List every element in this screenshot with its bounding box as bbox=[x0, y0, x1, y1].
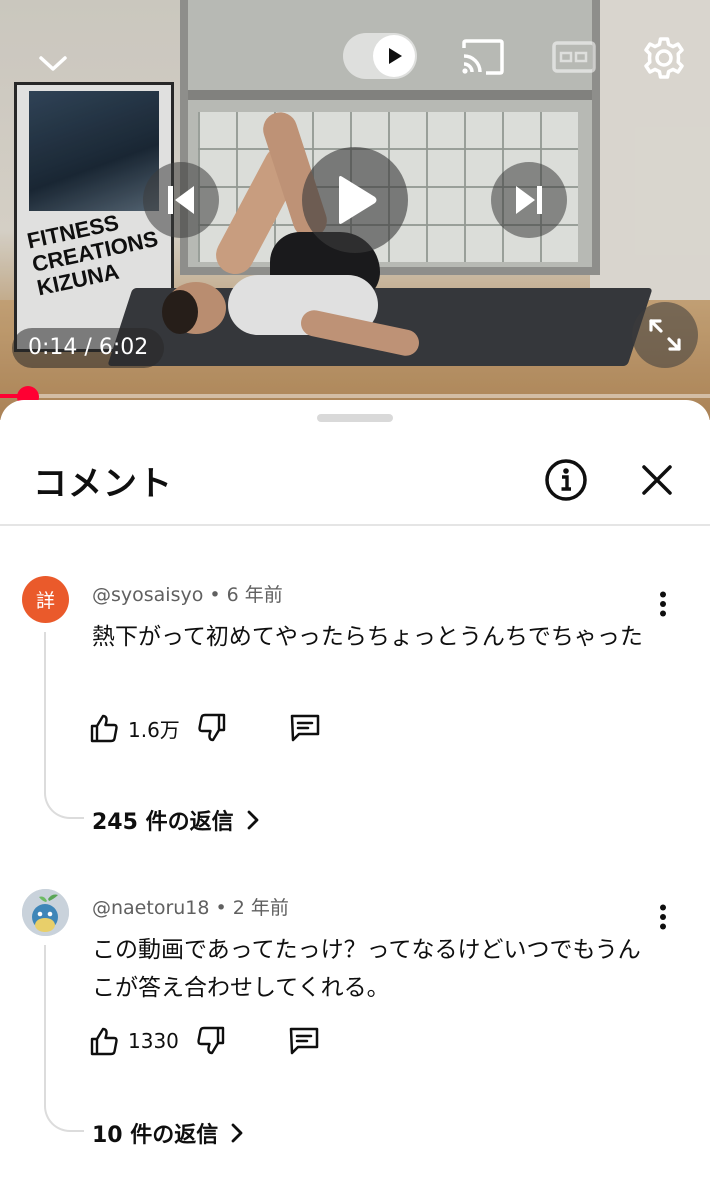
video-player[interactable]: FITNESS CREATIONS KIZUNA 0:14 / 6:02 bbox=[0, 0, 710, 420]
time-separator: / bbox=[84, 335, 92, 360]
sheet-divider bbox=[0, 524, 710, 526]
dislike-button[interactable] bbox=[195, 1025, 227, 1057]
thread-connector bbox=[44, 945, 84, 1132]
autoplay-toggle-icon bbox=[373, 35, 415, 77]
comment-menu-button[interactable] bbox=[648, 584, 678, 624]
thumbs-up-icon bbox=[90, 1027, 118, 1056]
skip-previous-icon bbox=[168, 186, 194, 214]
comment-thread: 詳 @syosaisyo • 6 年前 熱下がって初めてやったらちょっとうんちで… bbox=[0, 576, 710, 846]
thumbs-down-icon bbox=[198, 713, 226, 742]
close-icon bbox=[642, 465, 672, 495]
sheet-drag-handle[interactable] bbox=[317, 414, 393, 422]
cast-icon bbox=[462, 39, 504, 75]
comment-age: 2 年前 bbox=[232, 897, 289, 919]
comment-actions: 1.6万 bbox=[88, 708, 322, 748]
sheet-title: コメント bbox=[33, 464, 173, 504]
avatar-sprout-character-icon bbox=[22, 889, 69, 936]
total-duration: 6:02 bbox=[98, 335, 149, 360]
next-video-button[interactable] bbox=[491, 162, 567, 238]
view-replies-link[interactable]: 10 件の返信 bbox=[92, 1117, 244, 1149]
view-replies-link[interactable]: 245 件の返信 bbox=[92, 804, 260, 836]
like-button[interactable]: 1330 bbox=[88, 1025, 179, 1057]
previous-video-button[interactable] bbox=[143, 162, 219, 238]
comment-author[interactable]: @syosaisyo bbox=[92, 584, 203, 606]
reply-button[interactable] bbox=[287, 1025, 321, 1057]
settings-button[interactable] bbox=[636, 30, 692, 86]
chevron-right-icon bbox=[247, 810, 258, 830]
captions-icon bbox=[552, 41, 596, 73]
thread-connector bbox=[44, 632, 84, 819]
reply-icon bbox=[289, 1027, 319, 1055]
comment-text: 熱下がって初めてやったらちょっとうんちでちゃった bbox=[92, 624, 643, 650]
play-button[interactable] bbox=[302, 147, 408, 253]
more-vertical-icon bbox=[660, 904, 666, 930]
dislike-button[interactable] bbox=[196, 712, 228, 744]
time-display: 0:14 / 6:02 bbox=[12, 328, 165, 368]
reply-button[interactable] bbox=[288, 712, 322, 744]
like-count: 1.6万 bbox=[128, 717, 180, 742]
thumbs-down-icon bbox=[197, 1026, 225, 1055]
fullscreen-icon bbox=[649, 319, 681, 351]
current-time: 0:14 bbox=[28, 335, 78, 360]
thumbs-up-icon bbox=[90, 714, 118, 743]
comment-text: この動画であってたっけ？ってなるけどいつでもうんこが答え合わせしてくれる。 bbox=[92, 937, 641, 1001]
gear-icon bbox=[644, 37, 684, 79]
fullscreen-button[interactable] bbox=[632, 302, 698, 368]
comment-menu-button[interactable] bbox=[648, 897, 678, 937]
comment-author[interactable]: @naetoru18 bbox=[92, 897, 209, 919]
more-vertical-icon bbox=[660, 591, 666, 617]
chevron-right-icon bbox=[231, 1123, 243, 1143]
replies-count: 10 件の返信 bbox=[92, 1123, 219, 1148]
autoplay-toggle[interactable] bbox=[343, 33, 417, 79]
comment-age: 6 年前 bbox=[226, 584, 283, 606]
comment-thread: @naetoru18 • 2 年前 この動画であってたっけ？ってなるけどいつでも… bbox=[0, 889, 710, 1159]
replies-count: 245 件の返信 bbox=[92, 810, 234, 835]
skip-next-icon bbox=[516, 186, 542, 214]
comment-actions: 1330 bbox=[88, 1021, 321, 1061]
play-icon bbox=[339, 176, 377, 224]
chevron-down-icon bbox=[39, 56, 67, 71]
info-icon bbox=[545, 459, 587, 501]
reply-icon bbox=[290, 714, 320, 742]
avatar[interactable]: 詳 bbox=[22, 576, 69, 623]
close-button[interactable] bbox=[633, 456, 681, 504]
progress-bar[interactable] bbox=[0, 394, 710, 398]
collapse-button[interactable] bbox=[30, 44, 76, 84]
avatar[interactable] bbox=[22, 889, 69, 936]
cast-button[interactable] bbox=[456, 34, 510, 80]
comments-sheet: コメント 詳 @syosaisyo • 6 年前 熱下がって初めてやったらちょっ… bbox=[0, 400, 710, 1199]
info-button[interactable] bbox=[542, 456, 590, 504]
comment-meta: @naetoru18 • 2 年前 bbox=[92, 897, 289, 919]
captions-button[interactable] bbox=[548, 38, 600, 76]
like-count: 1330 bbox=[128, 1029, 179, 1053]
comment-meta: @syosaisyo • 6 年前 bbox=[92, 584, 283, 606]
like-button[interactable]: 1.6万 bbox=[88, 712, 180, 744]
